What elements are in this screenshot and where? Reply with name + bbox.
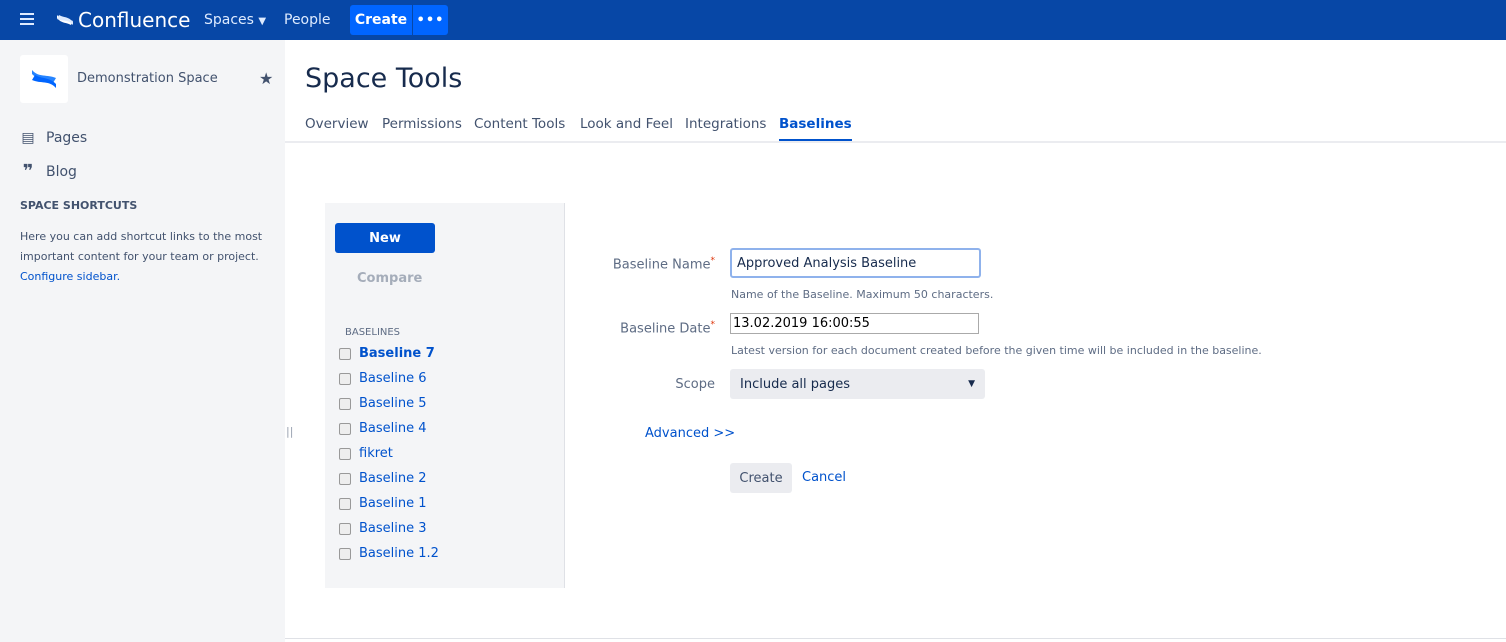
baseline-checkbox[interactable] (339, 472, 351, 485)
sidebar-item-blog[interactable]: ❞ Blog (20, 161, 77, 182)
baseline-checkbox[interactable] (339, 547, 351, 560)
configure-sidebar-link[interactable]: Configure sidebar. (20, 270, 120, 283)
baseline-name-label: Baseline Name* (612, 256, 715, 273)
sidebar-item-pages[interactable]: ▤ Pages (20, 130, 87, 146)
page-icon: ▤ (21, 130, 35, 146)
advanced-link[interactable]: Advanced >> (645, 426, 735, 441)
baseline-name-input[interactable] (730, 248, 981, 278)
menu-icon[interactable] (20, 13, 34, 28)
chevron-down-icon: ▼ (258, 16, 267, 27)
baseline-checkbox[interactable] (339, 422, 351, 435)
baseline-link[interactable]: Baseline 5 (359, 396, 427, 411)
more-icon[interactable]: ••• (413, 5, 448, 35)
baseline-link[interactable]: fikret (359, 446, 393, 461)
space-name[interactable]: Demonstration Space (77, 71, 218, 86)
baseline-checkbox[interactable] (339, 447, 351, 460)
cancel-link[interactable]: Cancel (802, 470, 846, 485)
create-button[interactable]: Create (350, 5, 412, 35)
baseline-date-label: Baseline Date* (620, 320, 715, 337)
spaces-menu[interactable]: Spaces ▼ (204, 12, 266, 28)
baseline-checkbox[interactable] (339, 522, 351, 535)
confluence-logo-icon (57, 15, 73, 25)
tab-permissions[interactable]: Permissions (382, 116, 462, 139)
baseline-list-item: Baseline 1 (339, 496, 427, 511)
compare-button[interactable]: Compare (357, 271, 422, 286)
sidebar: Demonstration Space ★ ▤ Pages ❞ Blog SPACE… (0, 40, 285, 642)
tab-content-tools[interactable]: Content Tools (474, 116, 565, 139)
people-link[interactable]: People (284, 12, 331, 28)
sidebar-resize-handle[interactable]: || (286, 425, 293, 438)
space-avatar[interactable] (20, 55, 68, 103)
baseline-name-hint: Name of the Baseline. Maximum 50 charact… (731, 288, 994, 301)
baseline-list-item: Baseline 7 (339, 346, 435, 361)
baseline-list-item: Baseline 5 (339, 396, 427, 411)
chevron-down-icon: ▼ (968, 379, 975, 389)
space-logo-icon (32, 70, 56, 88)
tab-overview[interactable]: Overview (305, 116, 369, 139)
baseline-date-hint: Latest version for each document created… (731, 344, 1262, 357)
footer-divider (285, 638, 1506, 639)
top-navigation: Confluence Spaces ▼ People Create ••• (0, 0, 1506, 40)
baseline-link[interactable]: Baseline 7 (359, 346, 435, 361)
tab-look-and-feel[interactable]: Look and Feel (580, 116, 673, 139)
baseline-list-item: Baseline 6 (339, 371, 427, 386)
new-baseline-button[interactable]: New (335, 223, 435, 253)
baseline-checkbox[interactable] (339, 347, 351, 360)
baseline-list-item: fikret (339, 446, 393, 461)
baseline-list-item: Baseline 4 (339, 421, 427, 436)
quote-icon: ❞ (22, 161, 34, 182)
tab-baselines[interactable]: Baselines (779, 116, 852, 141)
baseline-list-item: Baseline 2 (339, 471, 427, 486)
baseline-checkbox[interactable] (339, 372, 351, 385)
scope-select[interactable]: Include all pages ▼ (730, 369, 985, 399)
baseline-link[interactable]: Baseline 3 (359, 521, 427, 536)
confluence-logo[interactable]: Confluence (56, 8, 190, 32)
tabs: Overview Permissions Content Tools Look … (285, 112, 1506, 143)
baseline-checkbox[interactable] (339, 397, 351, 410)
baseline-list-item: Baseline 3 (339, 521, 427, 536)
space-shortcuts-text: Here you can add shortcut links to the m… (20, 230, 263, 283)
baseline-link[interactable]: Baseline 1 (359, 496, 427, 511)
space-shortcuts-heading: SPACE SHORTCUTS (20, 199, 138, 212)
baseline-date-input[interactable] (730, 313, 979, 334)
baselines-panel: New Compare BASELINES Baseline 7 Baseline… (325, 203, 565, 588)
baselines-heading: BASELINES (345, 327, 401, 338)
baseline-link[interactable]: Baseline 6 (359, 371, 427, 386)
create-baseline-button[interactable]: Create (730, 463, 792, 493)
baseline-list-item: Baseline 1.2 (339, 546, 439, 561)
tab-integrations[interactable]: Integrations (685, 116, 766, 139)
baseline-checkbox[interactable] (339, 497, 351, 510)
baseline-link[interactable]: Baseline 4 (359, 421, 427, 436)
scope-label: Scope (675, 377, 715, 392)
star-icon[interactable]: ★ (259, 69, 273, 88)
page-title: Space Tools (305, 63, 463, 94)
baseline-link[interactable]: Baseline 1.2 (359, 546, 439, 561)
baseline-link[interactable]: Baseline 2 (359, 471, 427, 486)
